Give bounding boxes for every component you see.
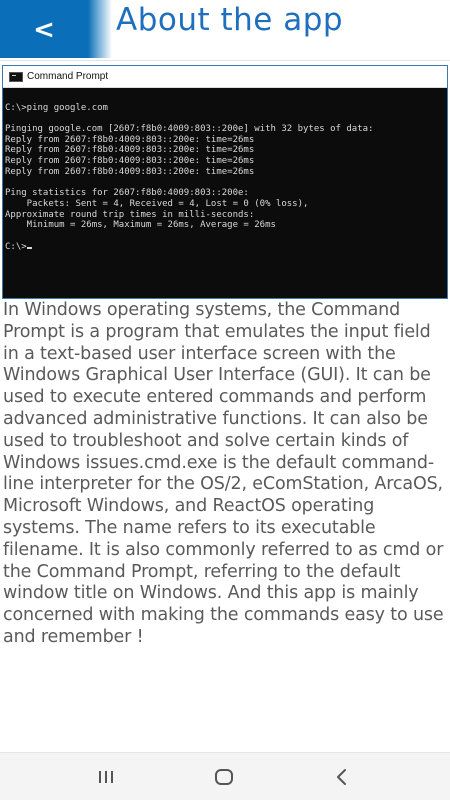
command-prompt-screenshot: Command Prompt C:\>ping google.com Pingin… [0,60,450,300]
cmd-output-line: Reply from 2607:f8b0:4009:803::200e: tim… [5,156,255,167]
cmd-output-line: Ping statistics for 2607:f8b0:4009:803::… [5,188,249,199]
cmd-output-line: Minimum = 26ms, Maximum = 26ms, Average … [5,220,276,231]
cmd-output-line [5,231,447,242]
about-description: In Windows operating systems, the Comman… [3,300,444,647]
back-icon[interactable] [322,761,362,793]
system-nav-bar [0,752,450,800]
back-button[interactable]: < [26,12,62,48]
cmd-output-line [5,113,447,124]
recent-apps-icon[interactable] [86,761,126,793]
home-icon[interactable] [204,761,244,793]
cmd-window-title: Command Prompt [27,71,109,82]
cmd-output-line: Reply from 2607:f8b0:4009:803::200e: tim… [5,166,255,177]
terminal-icon [9,71,23,82]
app-bar: < About the app [0,0,450,58]
text-cursor [26,246,32,249]
cmd-output-line: C:\> [5,242,447,253]
cmd-output-line: C:\>ping google.com [5,102,108,113]
cmd-output: C:\>ping google.com Pinging google.com [2… [3,88,447,252]
cmd-output-line: Reply from 2607:f8b0:4009:803::200e: tim… [5,134,255,145]
cmd-window: Command Prompt C:\>ping google.com Pingin… [2,65,448,299]
cmd-titlebar: Command Prompt [3,66,447,88]
cmd-output-line: Packets: Sent = 4, Received = 4, Lost = … [5,198,309,209]
cmd-output-line [5,178,447,189]
cmd-output-line: Reply from 2607:f8b0:4009:803::200e: tim… [5,145,255,156]
cmd-output-line [5,92,447,103]
cmd-output-line: Pinging google.com [2607:f8b0:4009:803::… [5,124,374,135]
page-title: About the app [116,2,344,38]
cmd-output-line: Approximate round trip times in milli-se… [5,209,255,220]
about-screen: < About the app Command Prompt C:\>ping … [0,0,450,800]
